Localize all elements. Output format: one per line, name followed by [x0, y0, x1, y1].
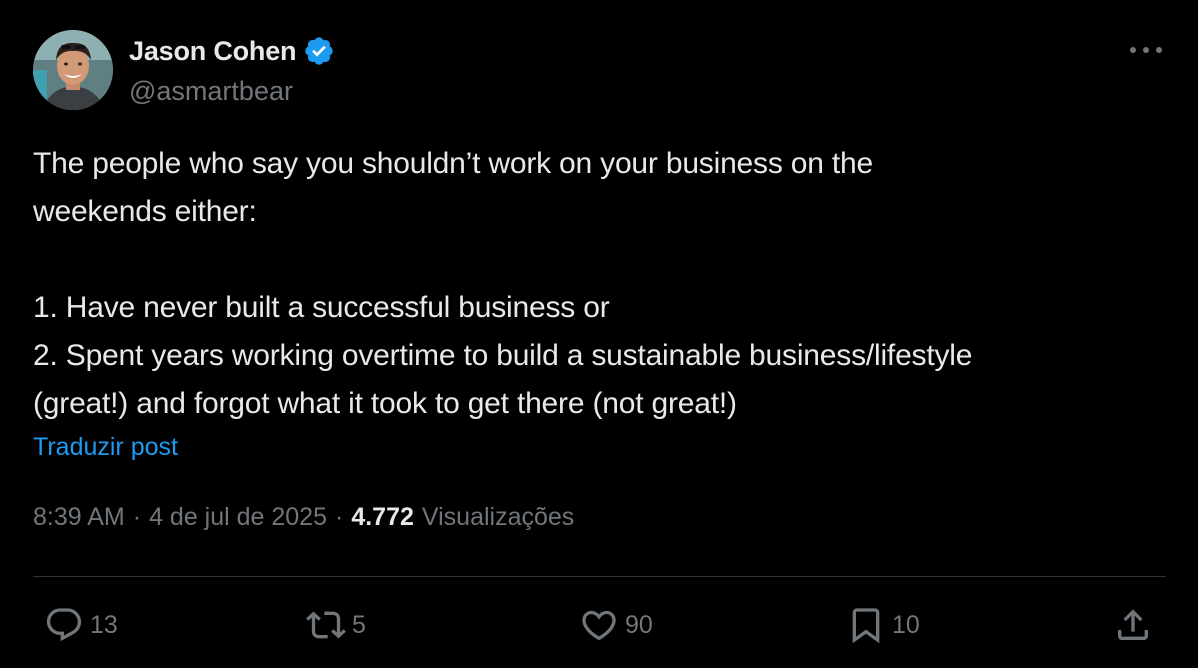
translate-post-link[interactable]: Traduzir post: [33, 433, 178, 462]
repost-button[interactable]: 5: [306, 600, 366, 650]
avatar-photo: [33, 30, 113, 110]
like-button[interactable]: 90: [579, 600, 653, 650]
post-time[interactable]: 8:39 AM: [33, 503, 125, 532]
meta-separator: ·: [132, 503, 142, 531]
bookmark-count: 10: [892, 610, 920, 639]
views-count[interactable]: 4.772: [351, 503, 414, 532]
views-label[interactable]: Visualizações: [422, 503, 574, 532]
reply-count: 13: [90, 610, 118, 639]
post-line: weekends either:: [33, 195, 257, 228]
post-date[interactable]: 4 de jul de 2025: [149, 503, 327, 532]
author-handle[interactable]: @asmartbear: [129, 76, 293, 107]
post-line: 2. Spent years working overtime to build…: [33, 339, 973, 372]
repost-count: 5: [352, 610, 366, 639]
post-meta: 8:39 AM · 4 de jul de 2025 · 4.772 Visua…: [33, 503, 574, 532]
post-text: The people who say you shouldn’t work on…: [33, 140, 1173, 428]
verified-badge-icon[interactable]: [303, 35, 335, 67]
repost-icon: [306, 605, 346, 645]
action-bar: 13 5 90 10: [0, 600, 1198, 650]
like-count: 90: [625, 610, 653, 639]
share-icon: [1113, 605, 1153, 645]
avatar[interactable]: [33, 30, 113, 110]
post-line: 1. Have never built a successful busines…: [33, 291, 610, 324]
more-button[interactable]: [1126, 38, 1166, 62]
heart-icon: [579, 605, 619, 645]
more-icon: [1130, 47, 1162, 53]
share-button[interactable]: [1113, 600, 1153, 650]
post-line: The people who say you shouldn’t work on…: [33, 147, 873, 180]
divider: [33, 576, 1166, 577]
bookmark-icon: [846, 605, 886, 645]
reply-button[interactable]: 13: [44, 600, 118, 650]
post-line: (great!) and forgot what it took to get …: [33, 387, 737, 420]
meta-separator: ·: [335, 503, 344, 531]
post-line: [33, 236, 1173, 284]
reply-icon: [44, 605, 84, 645]
author-name-row[interactable]: Jason Cohen: [129, 34, 335, 68]
bookmark-button[interactable]: 10: [846, 600, 920, 650]
tweet: Jason Cohen @asmartbear The people who s…: [0, 0, 1198, 668]
author-display-name[interactable]: Jason Cohen: [129, 36, 297, 67]
